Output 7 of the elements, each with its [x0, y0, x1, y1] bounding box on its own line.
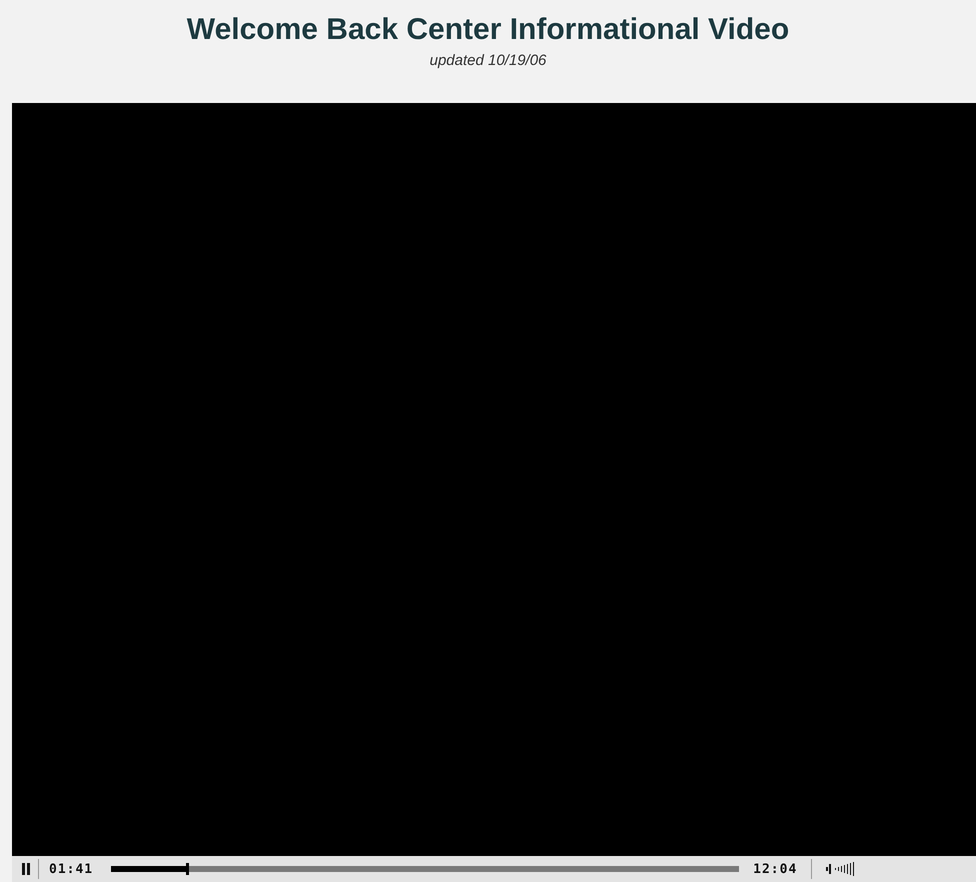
elapsed-time: 01:41	[49, 862, 94, 876]
page-title: Welcome Back Center Informational Video	[186, 12, 790, 48]
progress-handle[interactable]	[186, 863, 188, 875]
volume-icon	[826, 862, 856, 876]
updated-date: updated 10/19/06	[430, 52, 546, 69]
progress-track[interactable]	[111, 866, 740, 872]
duration-time: 12:04	[753, 862, 798, 876]
